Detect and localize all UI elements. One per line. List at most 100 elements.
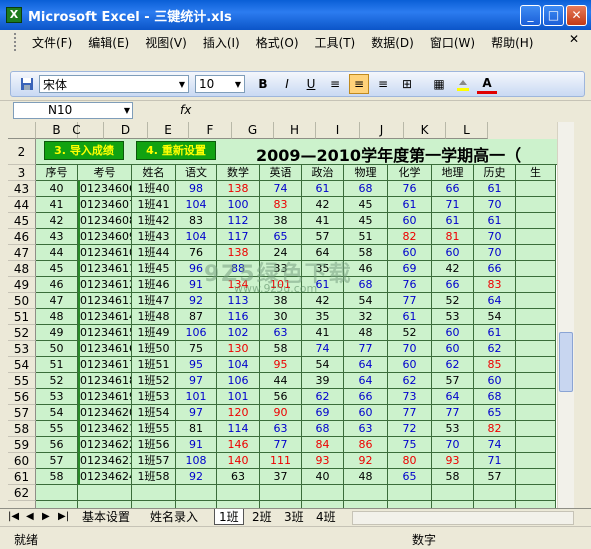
table-cell[interactable]: 1班56: [132, 437, 176, 453]
table-cell[interactable]: [516, 501, 556, 508]
font-name-select[interactable]: 宋体 ▼: [39, 75, 189, 93]
row-header[interactable]: 3: [8, 165, 36, 181]
table-cell[interactable]: 01234623: [78, 453, 132, 469]
row-header[interactable]: 50: [8, 293, 36, 309]
table-cell[interactable]: 66: [474, 261, 516, 277]
table-cell[interactable]: [516, 341, 556, 357]
table-cell[interactable]: 1班44: [132, 245, 176, 261]
row-header[interactable]: 54: [8, 357, 36, 373]
table-cell[interactable]: 01234618: [78, 373, 132, 389]
table-cell[interactable]: [516, 213, 556, 229]
table-cell[interactable]: 77: [260, 437, 302, 453]
table-cell[interactable]: 55: [36, 421, 78, 437]
tab-name-entry[interactable]: 姓名录入: [146, 509, 202, 525]
table-cell[interactable]: 01234613: [78, 293, 132, 309]
table-cell[interactable]: 146: [217, 437, 260, 453]
align-left-icon[interactable]: ≡: [325, 74, 345, 94]
table-cell[interactable]: 53: [36, 389, 78, 405]
italic-button[interactable]: I: [277, 74, 297, 94]
table-cell[interactable]: [388, 501, 432, 508]
table-cell[interactable]: 77: [432, 405, 474, 421]
row-header[interactable]: 44: [8, 197, 36, 213]
save-icon[interactable]: [17, 74, 37, 94]
table-cell[interactable]: 1班53: [132, 389, 176, 405]
table-cell[interactable]: [36, 485, 78, 501]
table-cell[interactable]: 42: [432, 261, 474, 277]
table-cell[interactable]: 71: [474, 453, 516, 469]
table-cell[interactable]: 63: [344, 421, 388, 437]
row-header[interactable]: 52: [8, 325, 36, 341]
table-cell[interactable]: 116: [217, 309, 260, 325]
table-cell[interactable]: 73: [388, 389, 432, 405]
table-cell[interactable]: [516, 245, 556, 261]
table-cell[interactable]: 60: [432, 325, 474, 341]
table-cell[interactable]: 64: [432, 389, 474, 405]
select-all-corner[interactable]: [8, 122, 36, 139]
table-cell[interactable]: 64: [344, 357, 388, 373]
close-button[interactable]: ✕: [566, 5, 587, 26]
row-header[interactable]: 57: [8, 405, 36, 421]
table-cell[interactable]: [516, 181, 556, 197]
table-cell[interactable]: [78, 485, 132, 501]
table-cell[interactable]: 40: [36, 181, 78, 197]
table-cell[interactable]: 1班47: [132, 293, 176, 309]
table-cell[interactable]: 64: [474, 293, 516, 309]
table-cell[interactable]: 58: [432, 469, 474, 485]
table-cell[interactable]: 93: [302, 453, 344, 469]
table-cell[interactable]: [516, 485, 556, 501]
table-cell[interactable]: 62: [432, 357, 474, 373]
table-cell[interactable]: 81: [432, 229, 474, 245]
table-cell[interactable]: 63: [217, 469, 260, 485]
table-cell[interactable]: [260, 501, 302, 508]
align-center-icon[interactable]: ≡: [349, 74, 369, 94]
table-cell[interactable]: 01234621: [78, 421, 132, 437]
table-cell[interactable]: [78, 501, 132, 508]
next-sheet-icon[interactable]: ▶: [42, 511, 50, 522]
table-cell[interactable]: 30: [260, 309, 302, 325]
workbook-close-icon[interactable]: ✕: [569, 32, 579, 46]
row-header[interactable]: 47: [8, 245, 36, 261]
table-cell[interactable]: [516, 453, 556, 469]
prev-sheet-icon[interactable]: ◀: [26, 511, 34, 522]
table-cell[interactable]: 41: [302, 325, 344, 341]
table-cell[interactable]: 69: [302, 405, 344, 421]
table-cell[interactable]: 97: [176, 405, 217, 421]
table-cell[interactable]: 01234617: [78, 357, 132, 373]
table-cell[interactable]: [217, 501, 260, 508]
table-cell[interactable]: 1班54: [132, 405, 176, 421]
column-title[interactable]: 姓名: [132, 165, 176, 181]
table-cell[interactable]: 52: [432, 293, 474, 309]
table-cell[interactable]: 92: [176, 469, 217, 485]
horizontal-scrollbar[interactable]: [352, 511, 574, 525]
table-cell[interactable]: 70: [474, 229, 516, 245]
table-cell[interactable]: 97: [176, 373, 217, 389]
table-cell[interactable]: [516, 277, 556, 293]
table-cell[interactable]: 01234619: [78, 389, 132, 405]
table-cell[interactable]: 117: [217, 229, 260, 245]
column-header-f[interactable]: F: [189, 122, 232, 139]
column-title[interactable]: 政治: [302, 165, 344, 181]
table-cell[interactable]: 92: [344, 453, 388, 469]
borders-icon[interactable]: ▦: [429, 74, 449, 94]
table-cell[interactable]: [344, 501, 388, 508]
table-cell[interactable]: 93: [432, 453, 474, 469]
row-header[interactable]: 49: [8, 277, 36, 293]
table-cell[interactable]: [132, 501, 176, 508]
table-cell[interactable]: 01234610: [78, 245, 132, 261]
table-cell[interactable]: 101: [176, 389, 217, 405]
row-header[interactable]: 46: [8, 229, 36, 245]
table-cell[interactable]: [516, 421, 556, 437]
table-cell[interactable]: [516, 405, 556, 421]
table-cell[interactable]: 113: [217, 293, 260, 309]
row-header[interactable]: 51: [8, 309, 36, 325]
table-cell[interactable]: [516, 389, 556, 405]
table-cell[interactable]: 45: [344, 213, 388, 229]
table-cell[interactable]: 49: [36, 325, 78, 341]
table-cell[interactable]: 48: [344, 325, 388, 341]
table-cell[interactable]: 66: [432, 277, 474, 293]
menu-insert[interactable]: 插入(I): [195, 34, 248, 51]
font-color-icon[interactable]: A: [477, 74, 497, 94]
table-cell[interactable]: 112: [217, 213, 260, 229]
table-cell[interactable]: 1班46: [132, 277, 176, 293]
table-cell[interactable]: 70: [388, 341, 432, 357]
